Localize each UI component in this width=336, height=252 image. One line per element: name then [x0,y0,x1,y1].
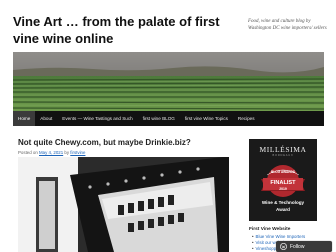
bullet-icon: • [252,240,254,245]
bullet-icon: • [252,234,254,239]
nav-item-home[interactable]: Home [13,111,36,126]
sidebar-link-label[interactable]: Blue Vine Wine Importers [256,234,306,239]
post-title[interactable]: Not quite Chewy.com, but maybe Drinkie.b… [18,138,228,148]
site-description: Food, wine and culture blog by Washingto… [248,19,327,31]
follow-button[interactable]: Follow [276,241,332,252]
main-navigation: Home About Events — Wine Tastings and Su… [13,111,324,126]
page: Vine Art … from the palate of first vine… [0,0,336,252]
nav-item-about[interactable]: About [35,111,57,126]
post-date-link[interactable]: May 4, 2021 [39,150,63,155]
post-author-link[interactable]: firstvine [70,150,85,155]
nav-item-events[interactable]: Events — Wine Tastings and Such [57,111,137,126]
nav-item-wine-topics[interactable]: first vine Wine Topics [180,111,233,126]
header-banner-image[interactable] [13,52,324,111]
post-featured-image[interactable] [18,157,229,252]
award-ribbon-top: BLOG AWARDS [271,170,295,174]
award-year: 2019 [279,187,287,191]
bullet-icon: • [252,246,254,251]
post-meta: Posted on May 4, 2021 by firstvine [18,150,228,156]
nav-item-recipes[interactable]: Recipes [233,111,260,126]
wordpress-icon [280,243,287,250]
award-badge[interactable]: MILLÉSIMA BORDEAUX BLOG AWARDS FINALIST … [249,139,317,221]
post-meta-by: by [64,150,70,155]
nav-item-blog[interactable]: first wine BLOG [138,111,180,126]
award-sub: BORDEAUX [272,154,294,157]
award-brand: MILLÉSIMA [259,145,307,154]
award-ribbon-finalist: FINALIST [270,180,296,186]
sidebar-widget-title: First Vine Website [249,227,291,232]
follow-label: Follow [290,243,305,250]
award-category-line2: Award [276,207,290,212]
site-title[interactable]: Vine Art … from the palate of first vine… [13,13,233,47]
post-meta-prefix: Posted on [18,150,38,155]
award-category-line1: Wine & Technology [261,200,305,205]
